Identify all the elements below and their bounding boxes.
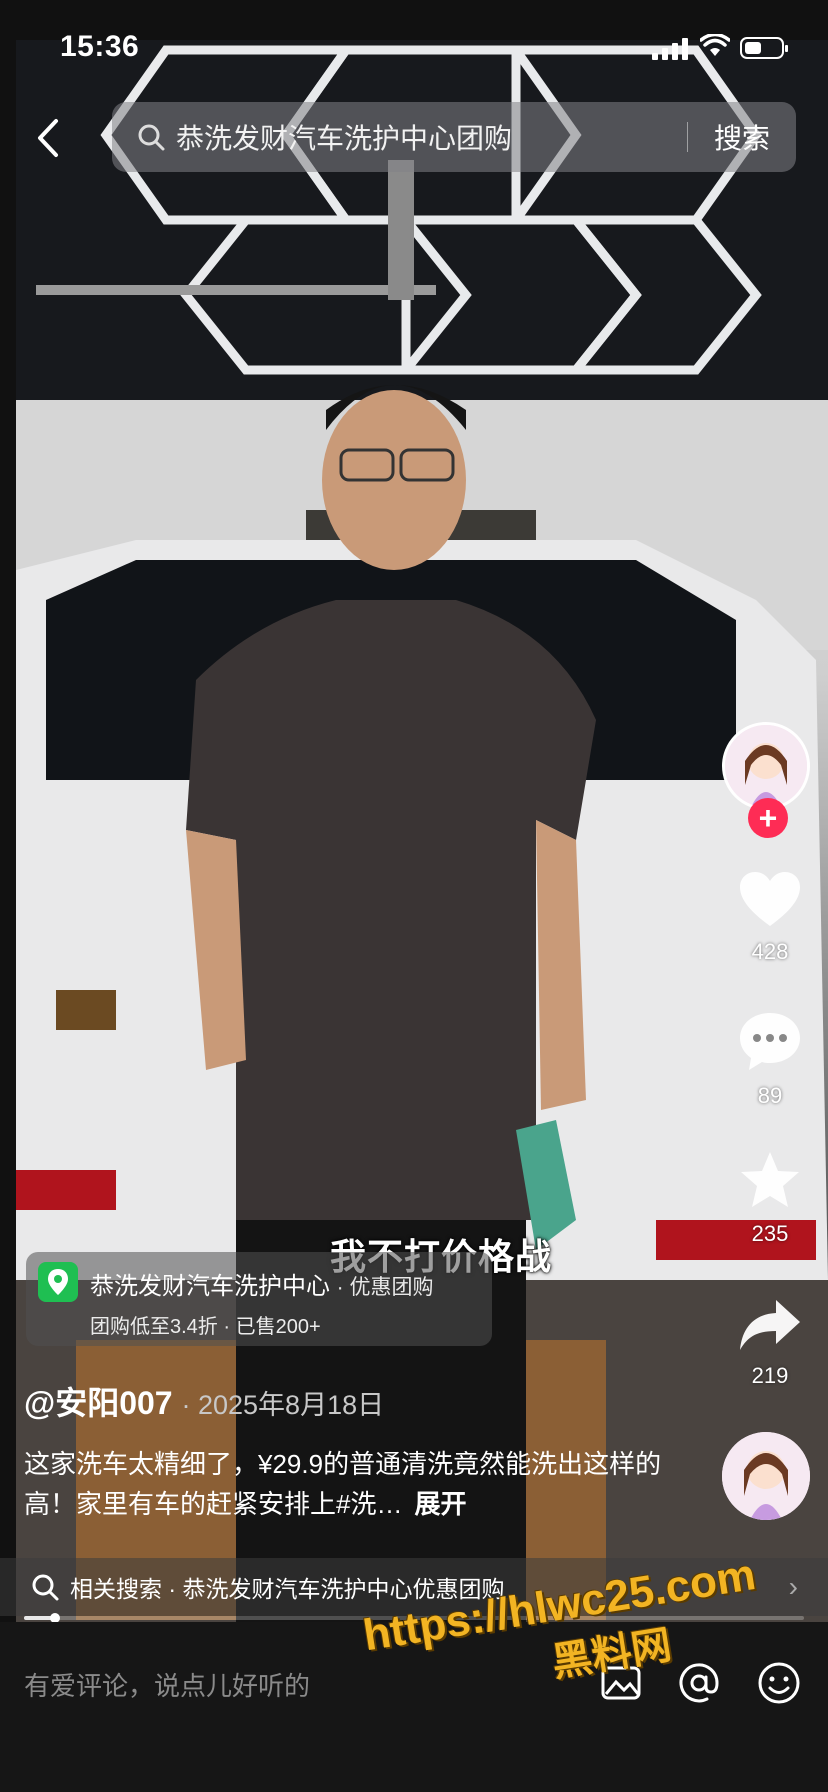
- author-row: @安阳007 · 2025年8月18日: [24, 1378, 384, 1424]
- location-pin-icon: [38, 1262, 78, 1302]
- comment-icon: [740, 1013, 800, 1070]
- search-button[interactable]: 搜索: [714, 117, 770, 157]
- wifi-icon: [700, 34, 730, 56]
- back-button[interactable]: [28, 112, 68, 164]
- avatar-cartoon-girl-icon: [725, 725, 807, 807]
- poi-card[interactable]: 恭洗发财汽车洗护中心 · 优惠团购 团购低至3.4折 · 已售200+: [26, 1252, 492, 1346]
- favorite-button[interactable]: 235: [720, 1150, 820, 1247]
- search-icon: [32, 1574, 59, 1601]
- heart-icon: [740, 872, 800, 926]
- share-icon: [740, 1300, 800, 1350]
- expand-button[interactable]: 展开: [414, 1489, 466, 1519]
- share-count: 219: [751, 1363, 789, 1388]
- music-disc-avatar[interactable]: [722, 1432, 810, 1520]
- description-text: 这家洗车太精细了，¥29.9的普通清洗竟然能洗出这样的高！家里有车的赶紧安排上#…: [24, 1449, 662, 1519]
- like-count: 428: [751, 939, 789, 964]
- share-button[interactable]: 219: [720, 1298, 820, 1389]
- back-arrow-icon: [38, 119, 58, 157]
- follow-button[interactable]: +: [748, 798, 788, 838]
- poi-deal-info: 团购低至3.4折 · 已售200+: [90, 1316, 321, 1338]
- post-date: · 2025年8月18日: [181, 1390, 385, 1420]
- status-time: 15:36: [60, 30, 140, 63]
- chevron-right-icon: ›: [788, 1571, 798, 1602]
- cellular-signal-icon: [652, 38, 688, 60]
- poi-name-row: 恭洗发财汽车洗护中心 · 优惠团购: [90, 1266, 434, 1301]
- search-icon: [138, 124, 165, 151]
- search-input[interactable]: 恭洗发财汽车洗护中心团购: [176, 117, 687, 157]
- search-bar[interactable]: 恭洗发财汽车洗护中心团购 搜索: [112, 102, 796, 172]
- favorite-count: 235: [751, 1221, 789, 1246]
- battery-icon: [740, 37, 788, 59]
- poi-tag: · 优惠团购: [336, 1276, 434, 1299]
- comment-input[interactable]: 有爱评论，说点儿好听的: [24, 1666, 310, 1703]
- like-button[interactable]: 428: [720, 870, 820, 965]
- poi-name: 恭洗发财汽车洗护中心: [90, 1273, 330, 1300]
- status-bar: 15:36: [0, 0, 828, 90]
- comment-button[interactable]: 89: [720, 1010, 820, 1109]
- star-icon: [741, 1152, 799, 1207]
- search-divider: [686, 122, 688, 152]
- post-description: 这家洗车太精细了，¥29.9的普通清洗竟然能洗出这样的高！家里有车的赶紧安排上#…: [24, 1444, 664, 1524]
- author-name[interactable]: @安阳007: [24, 1385, 173, 1421]
- music-disc-icon: [722, 1432, 810, 1520]
- emoji-icon[interactable]: [756, 1660, 802, 1706]
- author-avatar[interactable]: [722, 722, 810, 810]
- screen: 15:36 恭洗发财汽车洗护中心团购 搜索 我不打价格战: [0, 0, 828, 1792]
- comment-count: 89: [757, 1083, 783, 1108]
